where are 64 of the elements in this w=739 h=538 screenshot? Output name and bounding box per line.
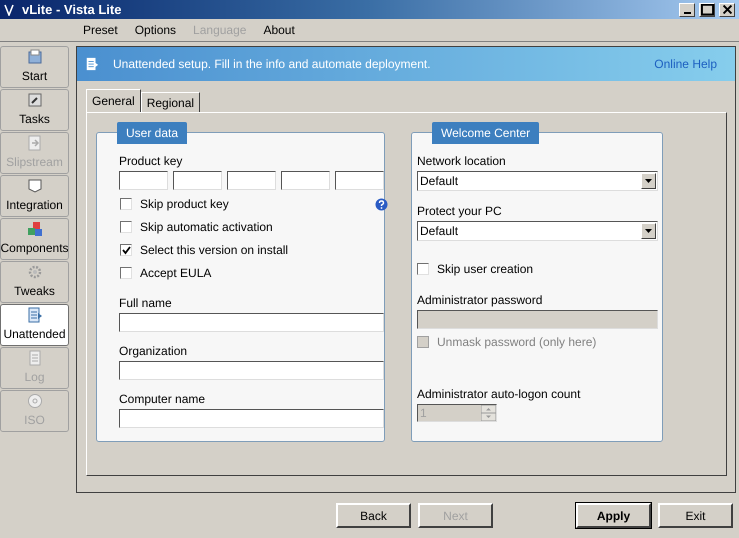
sidebar-item[interactable]: Integration [0, 175, 69, 218]
document-icon [26, 307, 42, 324]
checkbox[interactable] [120, 267, 132, 280]
sidebar-item[interactable]: Tasks [0, 89, 69, 132]
checkbox-label: Accept EULA [140, 265, 212, 282]
tab[interactable]: General [86, 89, 141, 112]
field-label: Product key [119, 154, 184, 170]
header-text: Unattended setup. Fill in the info and automate deployment. [113, 56, 432, 74]
document-icon [26, 350, 42, 366]
checkbox-label: Skip product key [140, 196, 229, 214]
sidebar-item[interactable]: Components [0, 218, 69, 260]
checkbox[interactable] [120, 244, 132, 256]
dropdown[interactable]: Default [417, 221, 658, 242]
document-icon [85, 57, 99, 72]
disc-icon [26, 393, 42, 410]
cubes-icon [26, 221, 42, 238]
dropdown[interactable]: Default [417, 171, 658, 192]
maximize-button[interactable] [699, 2, 715, 16]
sidebar-item[interactable]: Tweaks [0, 261, 69, 304]
help-icon[interactable] [375, 198, 388, 211]
app-logo-icon [4, 4, 14, 16]
checkbox[interactable] [120, 221, 132, 234]
dropdown-arrow-icon [645, 179, 652, 184]
checkbox-label: Select this version on install [140, 242, 288, 260]
sidebar-item[interactable]: Start [0, 46, 69, 88]
input-field[interactable] [119, 361, 384, 380]
group-title: Welcome Center [432, 122, 540, 144]
input-field[interactable] [227, 171, 276, 190]
maximize-icon [700, 4, 714, 16]
input-field[interactable] [173, 171, 222, 190]
minimize-icon [684, 12, 690, 14]
sidebar-item[interactable]: Unattended [0, 304, 69, 346]
input-field[interactable] [281, 171, 330, 190]
field-label: Protect your PC [417, 204, 503, 220]
checkbox[interactable] [417, 263, 429, 276]
button[interactable]: Back [336, 503, 411, 528]
close-icon [722, 5, 732, 14]
checkbox-label: Skip automatic activation [140, 219, 273, 236]
field-label: Network location [417, 154, 507, 170]
field-label: Full name [119, 296, 173, 312]
menu-item[interactable]: About [263, 21, 295, 39]
folder-icon [26, 49, 42, 66]
input-field[interactable] [119, 409, 384, 428]
gear-icon [26, 264, 42, 280]
menu-item[interactable]: Options [134, 21, 176, 39]
field-label: Organization [119, 344, 188, 360]
dropdown-arrow-icon [645, 229, 652, 234]
tab[interactable]: Regional [140, 92, 200, 112]
checkbox-label: Unmask password (only here) [437, 334, 596, 352]
input-field[interactable] [119, 313, 384, 332]
menu-item[interactable]: Preset [83, 21, 118, 39]
minimize-button[interactable] [679, 2, 695, 16]
input-field[interactable] [335, 171, 384, 190]
window-title: vLite - Vista Lite [22, 0, 122, 19]
group-title: User data [117, 122, 188, 144]
field-label: Administrator auto-logon count [417, 387, 582, 402]
field-label: Computer name [119, 392, 206, 408]
close-button[interactable] [719, 2, 735, 16]
checkbox-label: Skip user creation [437, 261, 534, 278]
checkbox[interactable] [120, 198, 132, 210]
input-field[interactable] [119, 171, 168, 190]
button[interactable]: Exit [658, 503, 733, 528]
button[interactable]: Apply [576, 503, 651, 528]
field-label: Administrator password [417, 293, 544, 308]
